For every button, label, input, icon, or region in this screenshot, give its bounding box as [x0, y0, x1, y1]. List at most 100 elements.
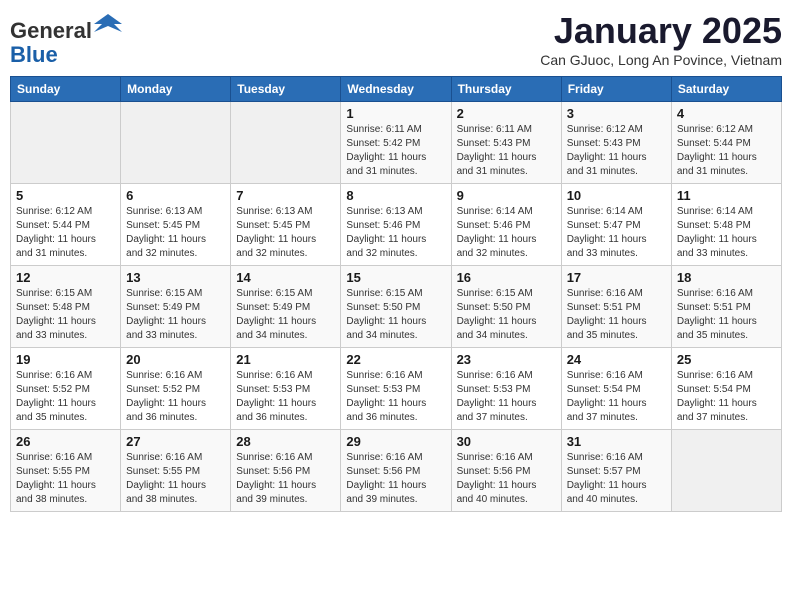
day-info: Sunrise: 6:16 AM Sunset: 5:54 PM Dayligh… [677, 369, 776, 425]
day-number: 8 [346, 188, 445, 203]
calendar-cell [671, 430, 781, 512]
day-info: Sunrise: 6:15 AM Sunset: 5:50 PM Dayligh… [346, 287, 445, 343]
month-title: January 2025 [540, 10, 782, 52]
day-info: Sunrise: 6:16 AM Sunset: 5:52 PM Dayligh… [16, 369, 115, 425]
day-number: 21 [236, 352, 335, 367]
day-number: 23 [457, 352, 556, 367]
calendar-cell: 14 Sunrise: 6:15 AM Sunset: 5:49 PM Dayli… [231, 266, 341, 348]
title-block: January 2025 Can GJuoc, Long An Povince,… [540, 10, 782, 68]
location-subtitle: Can GJuoc, Long An Povince, Vietnam [540, 52, 782, 68]
calendar-cell: 8 Sunrise: 6:13 AM Sunset: 5:46 PM Daylig… [341, 184, 451, 266]
weekday-header-wednesday: Wednesday [341, 77, 451, 102]
day-number: 4 [677, 106, 776, 121]
calendar-cell: 22Sunrise: 6:16 AM Sunset: 5:53 PM Dayli… [341, 348, 451, 430]
page-header: General Blue January 2025 Can GJuoc, Lon… [10, 10, 782, 68]
calendar-cell: 5Sunrise: 6:12 AM Sunset: 5:44 PM Daylig… [11, 184, 121, 266]
calendar-cell: 17Sunrise: 6:16 AM Sunset: 5:51 PM Dayli… [561, 266, 671, 348]
weekday-header-tuesday: Tuesday [231, 77, 341, 102]
calendar-cell: 26 Sunrise: 6:16 AM Sunset: 5:55 PM Dayli… [11, 430, 121, 512]
calendar-cell [121, 102, 231, 184]
calendar-week-row: 1 Sunrise: 6:11 AM Sunset: 5:42 PM Daylig… [11, 102, 782, 184]
day-info: Sunrise: 6:16 AM Sunset: 5:56 PM Dayligh… [236, 451, 335, 507]
weekday-header-friday: Friday [561, 77, 671, 102]
calendar-cell: 31 Sunrise: 6:16 AM Sunset: 5:57 PM Dayli… [561, 430, 671, 512]
calendar-week-row: 5Sunrise: 6:12 AM Sunset: 5:44 PM Daylig… [11, 184, 782, 266]
day-number: 10 [567, 188, 666, 203]
calendar-cell: 20Sunrise: 6:16 AM Sunset: 5:52 PM Dayli… [121, 348, 231, 430]
day-number: 26 [16, 434, 115, 449]
day-info: Sunrise: 6:16 AM Sunset: 5:57 PM Dayligh… [567, 451, 666, 507]
calendar-cell: 27 Sunrise: 6:16 AM Sunset: 5:55 PM Dayli… [121, 430, 231, 512]
day-number: 29 [346, 434, 445, 449]
calendar-cell [11, 102, 121, 184]
day-info: Sunrise: 6:16 AM Sunset: 5:55 PM Dayligh… [126, 451, 225, 507]
logo-general: General [10, 18, 92, 43]
day-number: 9 [457, 188, 556, 203]
calendar-cell: 21 Sunrise: 6:16 AM Sunset: 5:53 PM Dayli… [231, 348, 341, 430]
day-info: Sunrise: 6:13 AM Sunset: 5:45 PM Dayligh… [126, 205, 225, 261]
weekday-header-saturday: Saturday [671, 77, 781, 102]
day-info: Sunrise: 6:11 AM Sunset: 5:42 PM Dayligh… [346, 123, 445, 179]
calendar-cell: 30 Sunrise: 6:16 AM Sunset: 5:56 PM Dayli… [451, 430, 561, 512]
logo-bird-icon [94, 10, 122, 38]
day-info: Sunrise: 6:14 AM Sunset: 5:46 PM Dayligh… [457, 205, 556, 261]
calendar-table: SundayMondayTuesdayWednesdayThursdayFrid… [10, 76, 782, 512]
day-number: 3 [567, 106, 666, 121]
day-info: Sunrise: 6:16 AM Sunset: 5:56 PM Dayligh… [457, 451, 556, 507]
weekday-header-monday: Monday [121, 77, 231, 102]
day-number: 11 [677, 188, 776, 203]
calendar-week-row: 19Sunrise: 6:16 AM Sunset: 5:52 PM Dayli… [11, 348, 782, 430]
day-info: Sunrise: 6:16 AM Sunset: 5:56 PM Dayligh… [346, 451, 445, 507]
day-number: 2 [457, 106, 556, 121]
weekday-header-sunday: Sunday [11, 77, 121, 102]
day-number: 30 [457, 434, 556, 449]
day-number: 16 [457, 270, 556, 285]
day-number: 13 [126, 270, 225, 285]
day-number: 12 [16, 270, 115, 285]
day-info: Sunrise: 6:16 AM Sunset: 5:52 PM Dayligh… [126, 369, 225, 425]
calendar-cell: 28Sunrise: 6:16 AM Sunset: 5:56 PM Dayli… [231, 430, 341, 512]
day-info: Sunrise: 6:15 AM Sunset: 5:48 PM Dayligh… [16, 287, 115, 343]
day-number: 22 [346, 352, 445, 367]
logo-blue: Blue [10, 42, 58, 67]
calendar-week-row: 26 Sunrise: 6:16 AM Sunset: 5:55 PM Dayli… [11, 430, 782, 512]
weekday-header-thursday: Thursday [451, 77, 561, 102]
calendar-cell: 11 Sunrise: 6:14 AM Sunset: 5:48 PM Dayli… [671, 184, 781, 266]
calendar-cell: 3 Sunrise: 6:12 AM Sunset: 5:43 PM Daylig… [561, 102, 671, 184]
day-number: 25 [677, 352, 776, 367]
weekday-header-row: SundayMondayTuesdayWednesdayThursdayFrid… [11, 77, 782, 102]
day-number: 14 [236, 270, 335, 285]
day-number: 27 [126, 434, 225, 449]
logo: General Blue [10, 10, 122, 67]
day-info: Sunrise: 6:13 AM Sunset: 5:45 PM Dayligh… [236, 205, 335, 261]
day-number: 31 [567, 434, 666, 449]
day-info: Sunrise: 6:16 AM Sunset: 5:53 PM Dayligh… [457, 369, 556, 425]
day-info: Sunrise: 6:11 AM Sunset: 5:43 PM Dayligh… [457, 123, 556, 179]
day-info: Sunrise: 6:14 AM Sunset: 5:48 PM Dayligh… [677, 205, 776, 261]
day-info: Sunrise: 6:13 AM Sunset: 5:46 PM Dayligh… [346, 205, 445, 261]
day-number: 5 [16, 188, 115, 203]
calendar-cell: 9 Sunrise: 6:14 AM Sunset: 5:46 PM Daylig… [451, 184, 561, 266]
calendar-cell: 24 Sunrise: 6:16 AM Sunset: 5:54 PM Dayli… [561, 348, 671, 430]
day-info: Sunrise: 6:16 AM Sunset: 5:54 PM Dayligh… [567, 369, 666, 425]
day-number: 6 [126, 188, 225, 203]
day-info: Sunrise: 6:12 AM Sunset: 5:43 PM Dayligh… [567, 123, 666, 179]
calendar-cell: 23 Sunrise: 6:16 AM Sunset: 5:53 PM Dayli… [451, 348, 561, 430]
day-number: 15 [346, 270, 445, 285]
day-number: 18 [677, 270, 776, 285]
calendar-cell: 7 Sunrise: 6:13 AM Sunset: 5:45 PM Daylig… [231, 184, 341, 266]
day-info: Sunrise: 6:16 AM Sunset: 5:55 PM Dayligh… [16, 451, 115, 507]
day-number: 1 [346, 106, 445, 121]
calendar-cell: 19Sunrise: 6:16 AM Sunset: 5:52 PM Dayli… [11, 348, 121, 430]
day-info: Sunrise: 6:15 AM Sunset: 5:49 PM Dayligh… [126, 287, 225, 343]
day-info: Sunrise: 6:15 AM Sunset: 5:49 PM Dayligh… [236, 287, 335, 343]
calendar-cell: 10 Sunrise: 6:14 AM Sunset: 5:47 PM Dayli… [561, 184, 671, 266]
day-number: 7 [236, 188, 335, 203]
day-info: Sunrise: 6:14 AM Sunset: 5:47 PM Dayligh… [567, 205, 666, 261]
calendar-cell: 12 Sunrise: 6:15 AM Sunset: 5:48 PM Dayli… [11, 266, 121, 348]
day-info: Sunrise: 6:16 AM Sunset: 5:53 PM Dayligh… [236, 369, 335, 425]
calendar-cell: 18Sunrise: 6:16 AM Sunset: 5:51 PM Dayli… [671, 266, 781, 348]
day-number: 24 [567, 352, 666, 367]
day-number: 17 [567, 270, 666, 285]
calendar-week-row: 12 Sunrise: 6:15 AM Sunset: 5:48 PM Dayli… [11, 266, 782, 348]
